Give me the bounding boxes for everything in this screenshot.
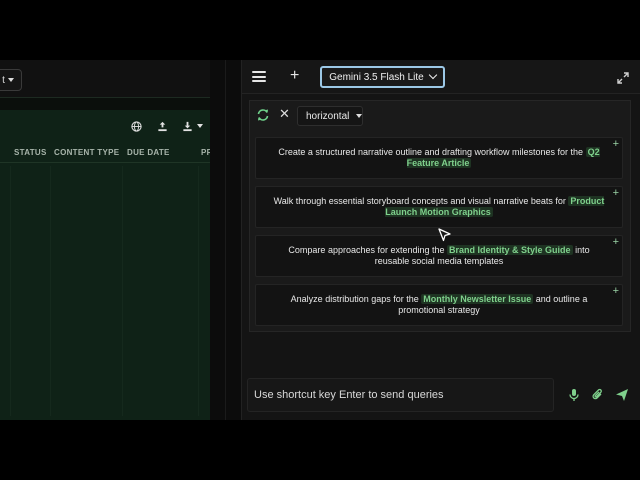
add-prompt-plus-icon[interactable]: +: [613, 188, 619, 199]
prompt-highlight: Brand Identity & Style Guide: [447, 245, 573, 255]
letterbox-bottom: [0, 420, 640, 480]
mouse-cursor-icon: [437, 227, 453, 243]
view-dropdown[interactable]: t: [0, 69, 22, 91]
prompts-toolbar: ✕ horizontal: [250, 101, 632, 131]
column-divider: [198, 166, 199, 416]
prompt-card[interactable]: Walk through essential storyboard concep…: [255, 186, 623, 228]
refresh-icon[interactable]: [256, 108, 270, 122]
prompt-card-text: Analyze distribution gaps for the Monthl…: [272, 294, 606, 316]
caret-down-icon: [7, 78, 14, 82]
prompt-card[interactable]: Create a structured narrative outline an…: [255, 137, 623, 179]
pane-gap: [0, 98, 210, 110]
left-topbar: t: [0, 60, 210, 98]
globe-icon[interactable]: [128, 118, 144, 134]
header-divider: [0, 162, 210, 163]
layout-select-label: horizontal: [306, 110, 350, 122]
resize-rail: [225, 60, 226, 420]
prompt-text: Analyze distribution gaps for the: [290, 294, 422, 304]
content-table: STATUS CONTENT TYPE DUE DATE PR: [0, 110, 212, 420]
expand-icon[interactable]: [617, 71, 629, 84]
microphone-icon[interactable]: [567, 388, 581, 402]
close-icon[interactable]: ✕: [279, 107, 290, 121]
column-divider: [50, 166, 51, 416]
column-header-due-date[interactable]: DUE DATE: [127, 148, 170, 157]
suggested-prompts-panel: ✕ horizontal Create a structured narrati…: [249, 100, 631, 332]
query-input[interactable]: [254, 389, 553, 401]
prompt-card-text: Compare approaches for extending the Bra…: [272, 245, 606, 267]
model-selector-label: Gemini 3.5 Flash Lite: [329, 71, 424, 83]
column-divider: [10, 166, 11, 416]
add-prompt-plus-icon[interactable]: +: [613, 286, 619, 297]
attachment-icon[interactable]: [591, 388, 605, 402]
table-header: STATUS CONTENT TYPE DUE DATE PR: [0, 145, 212, 161]
table-toolbar: [128, 118, 204, 134]
upload-icon[interactable]: [154, 118, 170, 134]
send-icon[interactable]: [615, 388, 629, 402]
view-dropdown-label: t: [2, 74, 5, 86]
chevron-down-icon: [196, 124, 203, 128]
assistant-header: + Gemini 3.5 Flash Lite: [242, 60, 640, 94]
new-chat-plus-icon[interactable]: +: [290, 67, 299, 85]
prompt-card-text: Walk through essential storyboard concep…: [272, 196, 606, 218]
table-view-pane: t STATUS CONTENT TYPE DUE DATE PR: [0, 60, 212, 420]
menu-icon[interactable]: [252, 71, 266, 82]
chevron-down-icon: [428, 70, 437, 80]
add-prompt-plus-icon[interactable]: +: [613, 237, 619, 248]
column-divider: [122, 166, 123, 416]
prompt-card-text: Create a structured narrative outline an…: [272, 147, 606, 169]
model-selector[interactable]: Gemini 3.5 Flash Lite: [320, 66, 445, 88]
prompt-card[interactable]: Analyze distribution gaps for the Monthl…: [255, 284, 623, 326]
layout-select[interactable]: horizontal: [297, 106, 363, 126]
pane-resize-handle[interactable]: [210, 60, 241, 420]
column-header-content-type[interactable]: CONTENT TYPE: [54, 148, 119, 157]
prompt-text: Walk through essential storyboard concep…: [273, 196, 569, 206]
column-header-status[interactable]: STATUS: [14, 148, 47, 157]
letterbox-top: [0, 0, 640, 60]
prompt-text: Compare approaches for extending the: [288, 245, 448, 255]
caret-down-icon: [356, 114, 363, 118]
download-icon[interactable]: [180, 118, 204, 134]
prompt-text: Create a structured narrative outline an…: [278, 147, 586, 157]
add-prompt-plus-icon[interactable]: +: [613, 139, 619, 150]
query-input-container: [247, 378, 554, 412]
prompt-highlight: Monthly Newsletter Issue: [421, 294, 534, 304]
